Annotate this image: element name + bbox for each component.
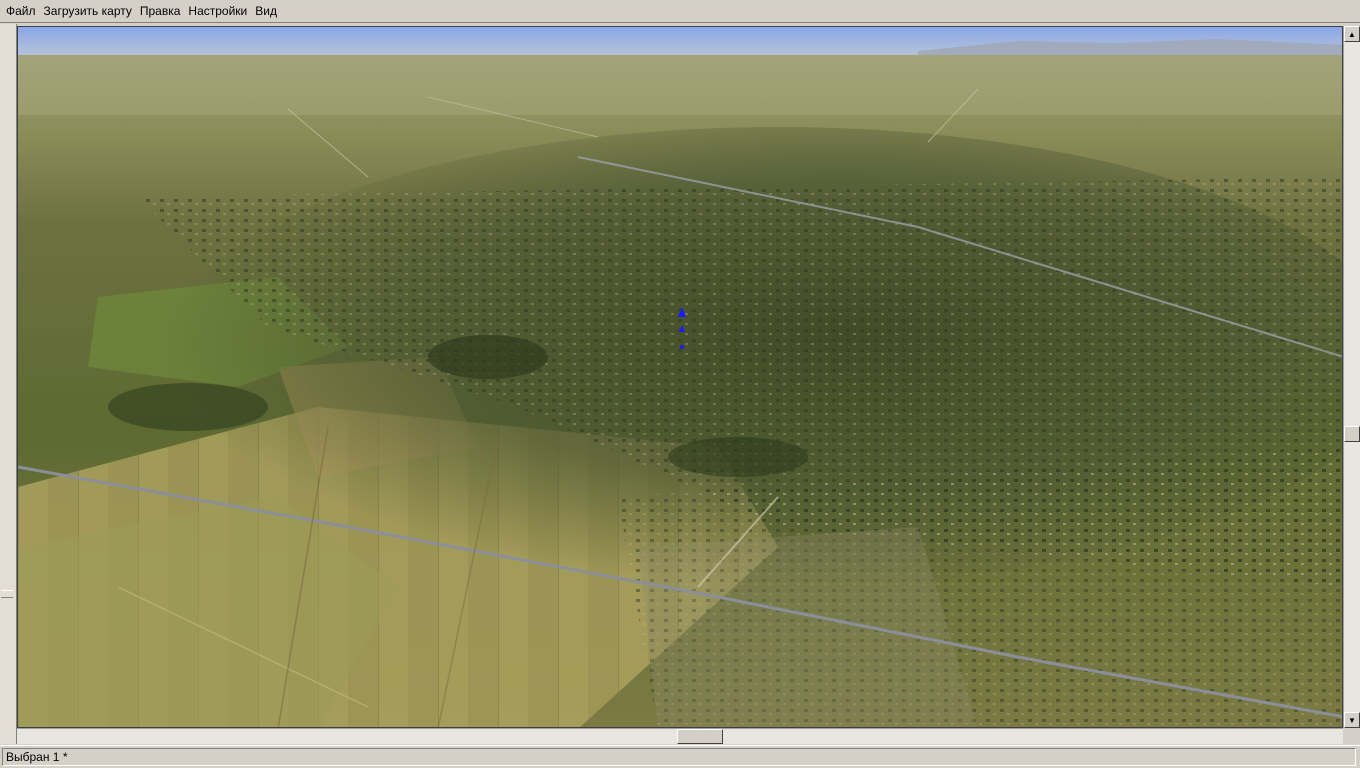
- horizontal-scroll-thumb[interactable]: [677, 729, 723, 744]
- menu-file[interactable]: Файл: [2, 0, 40, 23]
- menu-edit[interactable]: Правка: [136, 0, 185, 23]
- menu-view[interactable]: Вид: [251, 0, 281, 23]
- menu-load-map[interactable]: Загрузить карту: [40, 0, 136, 23]
- left-panel-splitter[interactable]: [0, 24, 17, 744]
- vertical-scroll-thumb[interactable]: [1344, 426, 1360, 442]
- map-viewport: ▲ ▼: [0, 24, 1360, 744]
- terrain-render[interactable]: [18, 27, 1343, 728]
- status-bar: Выбран 1 *: [0, 745, 1360, 768]
- vertical-scrollbar[interactable]: ▲ ▼: [1343, 26, 1360, 728]
- splitter-grip[interactable]: [1, 590, 13, 598]
- horizontal-scrollbar[interactable]: [17, 728, 1343, 744]
- status-text: Выбран 1 *: [2, 748, 1356, 766]
- menu-bar: Файл Загрузить карту Правка Настройки Ви…: [0, 0, 1360, 23]
- scroll-down-arrow-icon[interactable]: ▼: [1344, 712, 1360, 728]
- 3d-map-view[interactable]: [17, 26, 1343, 728]
- scroll-up-arrow-icon[interactable]: ▲: [1344, 26, 1360, 42]
- menu-settings[interactable]: Настройки: [184, 0, 251, 23]
